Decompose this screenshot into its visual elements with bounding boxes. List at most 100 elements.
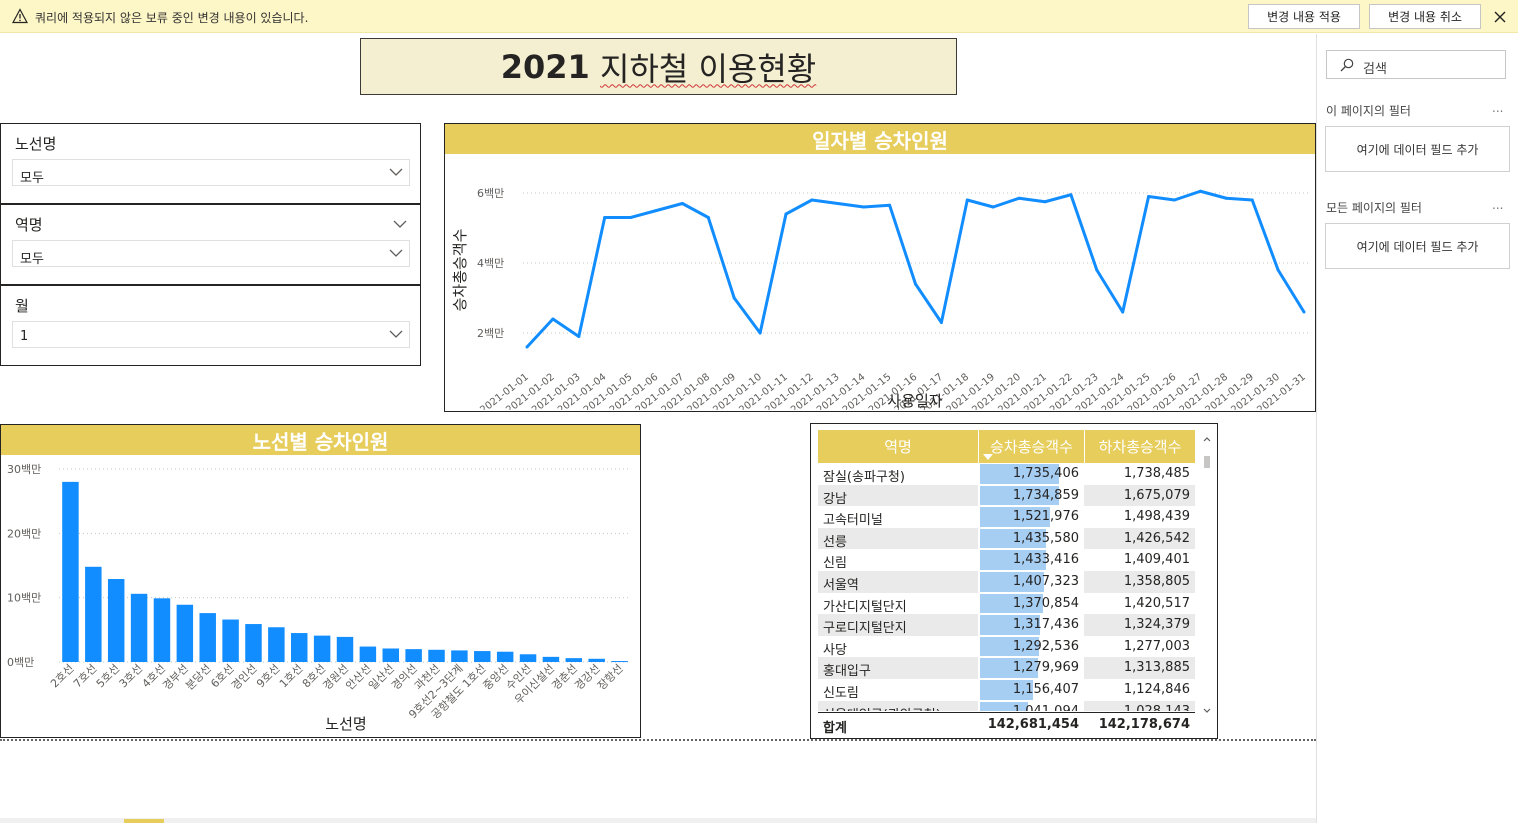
table-row[interactable]: 서울역 1,407,323 1,358,805 <box>818 571 1195 593</box>
bar <box>107 579 125 662</box>
bar <box>336 636 354 662</box>
station-table[interactable]: 역명 승차총승객수 하차총승객수 잠실(송파구청) 1,735,406 1,738,… <box>810 423 1218 739</box>
more-options-icon[interactable]: ... <box>1492 101 1503 115</box>
cell-value: 1,735,406 <box>1012 466 1079 481</box>
data-point <box>1302 310 1306 314</box>
cell-station: 가산디지털단지 <box>823 599 907 615</box>
table-row[interactable]: 강남 1,734,859 1,675,079 <box>818 484 1195 507</box>
data-point <box>1173 198 1176 202</box>
cell-station: 서울대입구(관악구청) <box>818 700 978 711</box>
data-point <box>577 335 581 338</box>
data-point <box>1250 198 1254 202</box>
this-page-drop-zone[interactable]: 여기에 데이터 필드 추가 <box>1325 126 1510 172</box>
bar-chart-plot: 0백만10백만20백만30백만2호선7호선5호선3호선4호선경부선분당선6호선경… <box>7 463 631 733</box>
cell-boarding: 1,292,536 <box>980 636 1083 658</box>
all-pages-drop-zone[interactable]: 여기에 데이터 필드 추가 <box>1325 223 1510 269</box>
column-header-alighting[interactable]: 하차총승객수 <box>1084 430 1195 463</box>
bar <box>130 593 148 662</box>
cell-alighting: 1,324,379 <box>1084 614 1195 636</box>
bar <box>496 651 514 662</box>
page-tabs-bar <box>0 818 1316 823</box>
more-options-icon[interactable]: ... <box>1492 198 1503 212</box>
canvas-boundary <box>0 739 1316 741</box>
y-tick-label: 30백만 <box>7 463 41 476</box>
slicer-dropdown[interactable]: 1 <box>12 321 410 348</box>
scrollbar-thumb[interactable] <box>1204 456 1210 468</box>
bar <box>474 651 491 662</box>
cell-boarding: 1,317,436 <box>980 614 1083 636</box>
x-tick-label: 분당선 <box>183 662 214 693</box>
column-header-station[interactable]: 역명 <box>818 430 978 463</box>
slicer-value: 모두 <box>20 171 44 186</box>
bar <box>428 649 445 662</box>
cell-station: 잠실(송파구청) <box>823 470 905 485</box>
cell-station: 강남 <box>818 484 978 507</box>
data-point <box>939 321 943 324</box>
cell-station: 홍대입구 <box>818 657 978 679</box>
data-point <box>1017 196 1021 200</box>
bar <box>291 633 308 662</box>
table-row[interactable]: 신림 1,433,416 1,409,401 <box>818 549 1195 571</box>
chevron-down-icon[interactable] <box>393 219 407 229</box>
cell-station: 선릉 <box>818 527 978 550</box>
filter-pane: 검색 이 페이지의 필터 ... 여기에 데이터 필드 추가 모든 페이지의 필… <box>1316 34 1518 823</box>
table-row[interactable]: 사당 1,292,536 1,277,003 <box>818 636 1195 658</box>
data-point <box>732 296 736 300</box>
cell-boarding: 1,041,094 <box>980 701 1083 711</box>
filter-search-input[interactable]: 검색 <box>1326 50 1506 79</box>
column-header-boarding[interactable]: 승차총승객수 <box>978 430 1084 463</box>
apply-changes-button[interactable]: 변경 내용 적용 <box>1248 4 1360 29</box>
discard-changes-button[interactable]: 변경 내용 취소 <box>1369 4 1481 29</box>
cell-value: 1,407,323 <box>1012 574 1079 589</box>
slicer-label: 노선명 <box>15 135 57 153</box>
table-total-row: 합계 142,681,454 142,178,674 <box>818 712 1195 736</box>
table-row[interactable]: 잠실(송파구청) 1,735,406 1,738,485 <box>818 463 1195 485</box>
y-tick-label: 6백만 <box>477 187 504 200</box>
bar <box>245 624 262 662</box>
line-boarding-chart[interactable]: 노선별 승차인원 0백만 10백만 20백만 30백만 2호선 7호선 5호선 3호선 4호선 경… <box>0 424 641 738</box>
slicer-dropdown[interactable]: 모두 <box>12 240 410 267</box>
slicer-month: 월 1 <box>0 285 421 366</box>
daily-boarding-chart[interactable]: 일자별 승차인원 2백만 4백만 6백만 2021-01-01 2021-01-02 20… <box>444 123 1316 412</box>
bar <box>382 648 399 662</box>
scroll-down-icon[interactable] <box>1201 706 1213 716</box>
cell-alighting: 1,124,846 <box>1123 682 1190 697</box>
scroll-up-icon[interactable] <box>1201 434 1213 444</box>
table-row[interactable]: 구로디지털단지 1,317,436 1,324,379 <box>818 614 1195 636</box>
slicer-dropdown[interactable]: 모두 <box>12 159 410 186</box>
x-axis-title: 노선명 <box>325 715 366 733</box>
series-line <box>525 189 1306 349</box>
cell-station: 사당 <box>823 642 847 658</box>
cell-value: 1,521,976 <box>1012 509 1079 525</box>
table-row[interactable]: 서울대입구(관악구청) 1,041,094 1,028,143 <box>818 700 1195 711</box>
table-scrollbar[interactable] <box>1201 434 1213 716</box>
data-point <box>629 216 633 219</box>
x-tick-label: 5호선 <box>94 662 122 690</box>
bar <box>519 654 537 662</box>
cell-boarding: 1,435,580 <box>980 528 1083 550</box>
table-row[interactable]: 가산디지털단지 1,370,854 1,420,517 <box>818 593 1195 615</box>
data-point <box>1043 200 1047 204</box>
cell-boarding: 1,433,416 <box>980 549 1083 571</box>
cell-boarding: 1,370,854 <box>980 593 1083 615</box>
table-body: 잠실(송파구청) 1,735,406 1,738,485 강남 1,734,859 1,6… <box>811 463 1195 711</box>
page-tab-active[interactable] <box>124 819 164 823</box>
cell-boarding: 1,279,969 <box>980 657 1083 679</box>
close-icon[interactable] <box>1491 8 1509 26</box>
x-tick-label: 3호선 <box>117 662 145 690</box>
cell-alighting: 1,498,439 <box>1123 509 1190 525</box>
cell-value: 1,041,094 <box>1013 704 1079 711</box>
y-tick-label: 0백만 <box>7 656 34 669</box>
table-row[interactable]: 고속터미널 1,521,976 1,498,439 <box>818 506 1195 528</box>
pending-changes-bar: 쿼리에 적용되지 않은 보류 중인 변경 내용이 있습니다. 변경 내용 적용 … <box>0 0 1518 33</box>
data-point <box>784 212 788 216</box>
table-row[interactable]: 홍대입구 1,279,969 1,313,885 <box>818 657 1195 679</box>
cell-boarding: 1,521,976 <box>980 506 1083 528</box>
x-tick-label: 2호선 <box>48 662 76 690</box>
cell-boarding: 1,735,406 <box>980 463 1083 485</box>
x-tick-label: 장항선 <box>595 662 626 693</box>
report-title: 2021 지하철 이용현황 <box>360 38 957 95</box>
bar <box>611 661 628 663</box>
table-row[interactable]: 신도림 1,156,407 1,124,846 <box>818 679 1195 701</box>
table-row[interactable]: 선릉 1,435,580 1,426,542 <box>818 527 1195 550</box>
